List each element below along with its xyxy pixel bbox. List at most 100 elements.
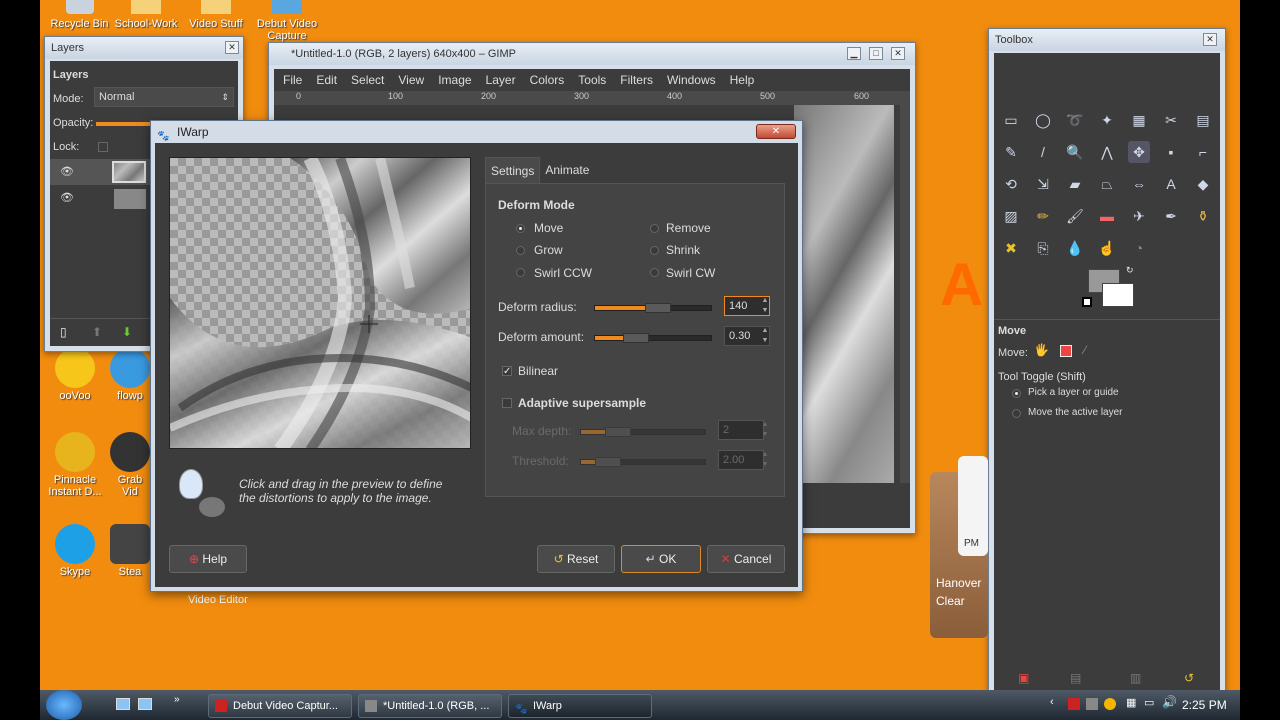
menu-select[interactable]: Select	[351, 73, 384, 87]
help-button[interactable]: ⊕ Help	[169, 545, 247, 573]
volume-icon[interactable]: 🔊	[1162, 695, 1177, 709]
pencil-icon[interactable]: ✏	[1032, 205, 1054, 227]
vertical-scrollbar[interactable]	[900, 105, 910, 483]
close-icon[interactable]: ✕	[756, 124, 796, 139]
switch-windows-icon[interactable]	[138, 698, 152, 710]
desktop-icon-school-work[interactable]: School-Work	[112, 0, 180, 36]
show-desktop-icon[interactable]	[116, 698, 130, 710]
tray-network-icon[interactable]: ▦	[1126, 696, 1136, 709]
mode-shrink-radio[interactable]	[650, 246, 659, 255]
desktop-icon-debut[interactable]: Debut Video Capture	[252, 0, 322, 42]
scale-icon[interactable]: ⇲	[1032, 173, 1054, 195]
mode-grow-label[interactable]: Grow	[534, 243, 563, 257]
perspective-icon[interactable]: ⏢	[1096, 173, 1118, 195]
rect-select-icon[interactable]: ▭	[1000, 109, 1022, 131]
tab-settings[interactable]: Settings	[485, 157, 541, 183]
close-icon[interactable]: ✕	[225, 41, 239, 54]
dodge-burn-icon[interactable]: ◔	[1128, 237, 1150, 259]
heal-icon[interactable]: ✖	[1000, 237, 1022, 259]
lower-layer-icon[interactable]: ⬇	[122, 325, 132, 339]
taskbar-clock[interactable]: 2:25 PM	[1182, 698, 1227, 712]
iwarp-titlebar[interactable]: 🐾 IWarp ✕	[151, 121, 802, 143]
move-tool-icon[interactable]: ✥	[1128, 141, 1150, 163]
tab-animate[interactable]: Animate	[540, 157, 594, 183]
blur-icon[interactable]: 💧	[1064, 237, 1086, 259]
mode-move-radio[interactable]	[516, 224, 525, 233]
bucket-fill-icon[interactable]: ◆	[1192, 173, 1214, 195]
tray-expand-icon[interactable]: ‹	[1050, 696, 1054, 708]
smudge-icon[interactable]: ☝	[1096, 237, 1118, 259]
rotate-icon[interactable]: ⟲	[1000, 173, 1022, 195]
mode-shrink-label[interactable]: Shrink	[666, 243, 700, 257]
taskbar-item-iwarp[interactable]: 🐾 IWarp	[508, 694, 652, 718]
mode-swirl-ccw-label[interactable]: Swirl CCW	[534, 266, 592, 280]
bilinear-checkbox[interactable]: ✓	[502, 366, 512, 377]
mode-remove-radio[interactable]	[650, 224, 659, 233]
desktop-icon-oovoo[interactable]: ooVoo	[40, 348, 110, 402]
crop-icon[interactable]: ⌐	[1192, 141, 1214, 163]
tray-debut-icon[interactable]	[1068, 698, 1080, 710]
tray-app-icon[interactable]	[1086, 698, 1098, 710]
quicklaunch-more-icon[interactable]: »	[174, 694, 180, 705]
maximize-icon[interactable]: □	[869, 47, 883, 60]
mode-swirl-cw-label[interactable]: Swirl CW	[666, 266, 715, 280]
spin-up-down-icon[interactable]: ▲ ▼	[760, 296, 770, 316]
color-select-icon[interactable]: ▦	[1128, 109, 1150, 131]
lasso-icon[interactable]: ➰	[1064, 109, 1086, 131]
ink-icon[interactable]: ✒	[1160, 205, 1182, 227]
move-active-radio[interactable]	[1012, 409, 1021, 418]
taskbar-item-debut[interactable]: Debut Video Captur...	[208, 694, 352, 718]
image-canvas[interactable]	[794, 105, 894, 483]
pick-layer-radio[interactable]	[1012, 389, 1021, 398]
background-color-swatch[interactable]	[1102, 283, 1134, 307]
default-colors-icon[interactable]	[1082, 297, 1092, 307]
mode-grow-radio[interactable]	[516, 246, 525, 255]
mode-swirl-ccw-radio[interactable]	[516, 268, 525, 277]
bilinear-label[interactable]: Bilinear	[518, 364, 558, 378]
tray-monitor-icon[interactable]: ▭	[1144, 696, 1154, 709]
menu-image[interactable]: Image	[438, 73, 471, 87]
spin-up-down-icon[interactable]: ▲ ▼	[760, 420, 770, 440]
close-icon[interactable]: ✕	[891, 47, 905, 60]
airbrush-icon[interactable]: ✈	[1128, 205, 1150, 227]
shear-icon[interactable]: ▰	[1064, 173, 1086, 195]
fuzzy-select-icon[interactable]: ✦	[1096, 109, 1118, 131]
cancel-button[interactable]: ✕ Cancel	[707, 545, 785, 573]
adaptive-supersample-label[interactable]: Adaptive supersample	[518, 396, 646, 410]
tray-status-icon[interactable]	[1104, 698, 1116, 710]
weather-gadget[interactable]: PM Hanover Clear	[930, 456, 988, 638]
scissors-icon[interactable]: ✂	[1160, 109, 1182, 131]
start-orb-icon[interactable]	[46, 690, 82, 720]
desktop-icon-video-stuff[interactable]: Video Stuff	[180, 0, 252, 36]
spin-up-down-icon[interactable]: ▲ ▼	[760, 450, 770, 470]
eraser-icon[interactable]: ▬	[1096, 205, 1118, 227]
foreground-select-icon[interactable]: ▤	[1192, 109, 1214, 131]
desktop-icon-steam[interactable]: Stea	[110, 524, 150, 578]
desktop-icon-flowplayer[interactable]: flowp	[110, 348, 150, 402]
layers-titlebar[interactable]: Layers ✕	[45, 37, 243, 59]
threshold-input[interactable]: 2.00	[718, 450, 764, 470]
swap-colors-icon[interactable]: ↻	[1126, 265, 1134, 276]
path-mode-icon[interactable]: ⁄	[1084, 343, 1086, 357]
zoom-icon[interactable]: 🔍	[1064, 141, 1086, 163]
max-depth-slider[interactable]	[580, 427, 706, 437]
color-picker-icon[interactable]: /	[1032, 141, 1054, 163]
paintbrush-icon[interactable]: 🖌	[1064, 205, 1086, 227]
desktop-icon-pinnacle[interactable]: Pinnacle Instant D...	[40, 432, 110, 498]
adaptive-supersample-checkbox[interactable]	[502, 398, 512, 408]
align-icon[interactable]: ▪	[1160, 141, 1182, 163]
perspective-clone-icon[interactable]: ⎘	[1032, 237, 1054, 259]
close-icon[interactable]: ✕	[1203, 33, 1217, 46]
deform-amount-slider[interactable]	[594, 333, 712, 343]
delete-options-icon[interactable]: ▥	[1130, 671, 1141, 685]
deform-radius-slider[interactable]	[594, 303, 712, 313]
max-depth-input[interactable]: 2	[718, 420, 764, 440]
menu-edit[interactable]: Edit	[316, 73, 337, 87]
text-tool-icon[interactable]: A	[1160, 173, 1182, 195]
opacity-slider[interactable]	[96, 122, 156, 126]
desktop-icon-label[interactable]: Video Editor	[188, 594, 248, 606]
minimize-icon[interactable]: ▁	[847, 47, 861, 60]
menu-colors[interactable]: Colors	[530, 73, 565, 87]
save-options-icon[interactable]: ▣	[1018, 671, 1029, 685]
menu-view[interactable]: View	[398, 73, 424, 87]
